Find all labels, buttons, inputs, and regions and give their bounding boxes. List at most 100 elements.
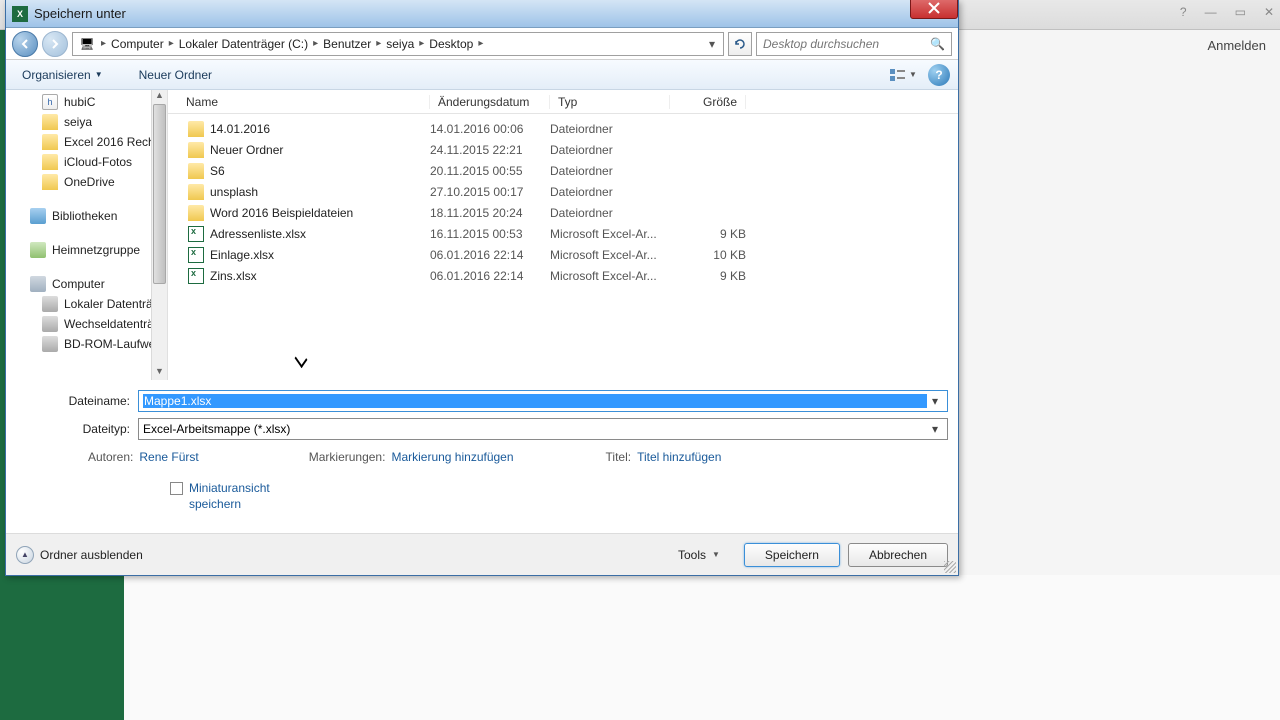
tree-scrollbar[interactable]: ▲ ▼ (151, 90, 167, 380)
tree-item-label: seiya (64, 115, 92, 129)
breadcrumb-dropdown[interactable]: ▾ (703, 37, 721, 51)
tools-dropdown[interactable]: Tools ▼ (678, 548, 720, 562)
breadcrumb-seg[interactable]: Desktop (426, 37, 476, 51)
organize-button[interactable]: Organisieren ▼ (14, 65, 111, 85)
file-type: Dateiordner (550, 164, 670, 178)
column-name[interactable]: Name (168, 95, 430, 109)
sign-in-link[interactable]: Anmelden (1207, 38, 1266, 53)
tree-item[interactable]: iCloud-Fotos (6, 152, 167, 172)
search-icon[interactable]: 🔍 (930, 37, 945, 51)
view-options-button[interactable]: ▼ (888, 64, 918, 86)
filetype-select[interactable]: Excel-Arbeitsmappe (*.xlsx) ▾ (138, 418, 948, 440)
toolbar: Organisieren ▼ Neuer Ordner ▼ ? (6, 60, 958, 90)
tree-item-label: OneDrive (64, 175, 115, 189)
column-date[interactable]: Änderungsdatum (430, 95, 550, 109)
tree-item[interactable]: hhubiC (6, 92, 167, 112)
save-button[interactable]: Speichern (744, 543, 840, 567)
file-name: Neuer Ordner (210, 143, 430, 157)
folder-icon (42, 134, 58, 150)
tree-item[interactable]: seiya (6, 112, 167, 132)
tree-item-label: iCloud-Fotos (64, 155, 132, 169)
folder-tree[interactable]: hhubiC seiya Excel 2016 Rechn iCloud-Fotos O… (6, 90, 168, 380)
file-row[interactable]: Einlage.xlsx06.01.2016 22:14Microsoft Ex… (168, 244, 958, 265)
new-folder-button[interactable]: Neuer Ordner (129, 65, 222, 85)
scroll-thumb[interactable] (153, 104, 166, 284)
breadcrumb-seg[interactable]: Computer (108, 37, 167, 51)
tree-item[interactable]: Computer (6, 274, 167, 294)
scroll-down-icon[interactable]: ▼ (152, 366, 167, 380)
folder-icon (188, 121, 204, 137)
file-row[interactable]: Neuer Ordner24.11.2015 22:21Dateiordner (168, 139, 958, 160)
chevron-right-icon[interactable]: ▸ (417, 38, 426, 49)
tree-item[interactable]: Bibliotheken (6, 206, 167, 226)
breadcrumb-seg[interactable]: Benutzer (320, 37, 374, 51)
chevron-right-icon[interactable]: ▸ (374, 38, 383, 49)
file-row[interactable]: Word 2016 Beispieldateien18.11.2015 20:2… (168, 202, 958, 223)
breadcrumb[interactable]: 🖥 ▸ Computer ▸ Lokaler Datenträger (C:) … (72, 32, 724, 56)
breadcrumb-seg[interactable]: seiya (383, 37, 417, 51)
tree-item[interactable]: Excel 2016 Rechn (6, 132, 167, 152)
help-icon[interactable]: ? (1180, 5, 1187, 19)
folder-icon (42, 154, 58, 170)
file-list-header[interactable]: Name Änderungsdatum Typ Größe (168, 90, 958, 114)
tools-label: Tools (678, 548, 706, 562)
comp-icon (30, 276, 46, 292)
tree-item[interactable]: Lokaler Datenträg (6, 294, 167, 314)
tree-item[interactable]: Wechseldatenträ (6, 314, 167, 334)
authors-label: Autoren: (88, 450, 133, 464)
body-area: hhubiC seiya Excel 2016 Rechn iCloud-Fotos O… (6, 90, 958, 380)
filename-input[interactable]: Mappe1.xlsx ▾ (138, 390, 948, 412)
file-type: Microsoft Excel-Ar... (550, 248, 670, 262)
resize-grip[interactable] (944, 561, 956, 573)
cancel-button[interactable]: Abbrechen (848, 543, 948, 567)
tree-item[interactable]: OneDrive (6, 172, 167, 192)
chevron-down-icon[interactable]: ▾ (927, 394, 943, 408)
minimize-icon[interactable]: — (1205, 5, 1217, 19)
excel-icon (188, 268, 204, 284)
search-input[interactable] (763, 37, 930, 51)
file-list[interactable]: Name Änderungsdatum Typ Größe 14.01.2016… (168, 90, 958, 380)
chevron-right-icon[interactable]: ▸ (476, 38, 485, 49)
nav-back-button[interactable] (12, 31, 38, 57)
file-type: Microsoft Excel-Ar... (550, 269, 670, 283)
chevron-right-icon[interactable]: ▸ (99, 38, 108, 49)
authors-value[interactable]: Rene Fürst (139, 450, 198, 464)
hide-folders-toggle[interactable]: ▲ Ordner ausblenden (16, 546, 143, 564)
folder-icon (188, 205, 204, 221)
file-date: 27.10.2015 00:17 (430, 185, 550, 199)
nav-forward-button[interactable] (42, 31, 68, 57)
drive-icon (42, 316, 58, 332)
scroll-up-icon[interactable]: ▲ (152, 90, 167, 104)
thumbnail-checkbox-label[interactable]: Miniaturansichtspeichern (189, 480, 270, 512)
file-date: 24.11.2015 22:21 (430, 143, 550, 157)
file-row[interactable]: 14.01.201614.01.2016 00:06Dateiordner (168, 118, 958, 139)
column-size[interactable]: Größe (670, 95, 746, 109)
help-button[interactable]: ? (928, 64, 950, 86)
tree-item-label: Lokaler Datenträg (64, 297, 159, 311)
file-row[interactable]: Adressenliste.xlsx16.11.2015 00:53Micros… (168, 223, 958, 244)
breadcrumb-seg[interactable]: Lokaler Datenträger (C:) (176, 37, 311, 51)
chevron-right-icon[interactable]: ▸ (167, 38, 176, 49)
chevron-right-icon[interactable]: ▸ (311, 38, 320, 49)
tree-item[interactable]: BD-ROM-Laufwe (6, 334, 167, 354)
chevron-down-icon[interactable]: ▾ (927, 422, 943, 436)
thumbnail-checkbox[interactable] (170, 482, 183, 495)
refresh-button[interactable] (728, 32, 752, 56)
arrow-right-icon (49, 38, 61, 50)
tree-item[interactable]: Heimnetzgruppe (6, 240, 167, 260)
file-type: Dateiordner (550, 122, 670, 136)
close-icon[interactable]: ✕ (1264, 5, 1274, 19)
title-value[interactable]: Titel hinzufügen (637, 450, 721, 464)
column-type[interactable]: Typ (550, 95, 670, 109)
file-date: 20.11.2015 00:55 (430, 164, 550, 178)
file-row[interactable]: S620.11.2015 00:55Dateiordner (168, 160, 958, 181)
restore-icon[interactable]: ▭ (1235, 5, 1246, 19)
close-icon (928, 2, 940, 14)
file-row[interactable]: unsplash27.10.2015 00:17Dateiordner (168, 181, 958, 202)
filename-value: Mappe1.xlsx (143, 394, 927, 408)
dialog-close-button[interactable] (910, 0, 958, 19)
tags-value[interactable]: Markierung hinzufügen (391, 450, 513, 464)
file-row[interactable]: Zins.xlsx06.01.2016 22:14Microsoft Excel… (168, 265, 958, 286)
dialog-titlebar[interactable]: X Speichern unter (6, 0, 958, 28)
search-box[interactable]: 🔍 (756, 32, 952, 56)
